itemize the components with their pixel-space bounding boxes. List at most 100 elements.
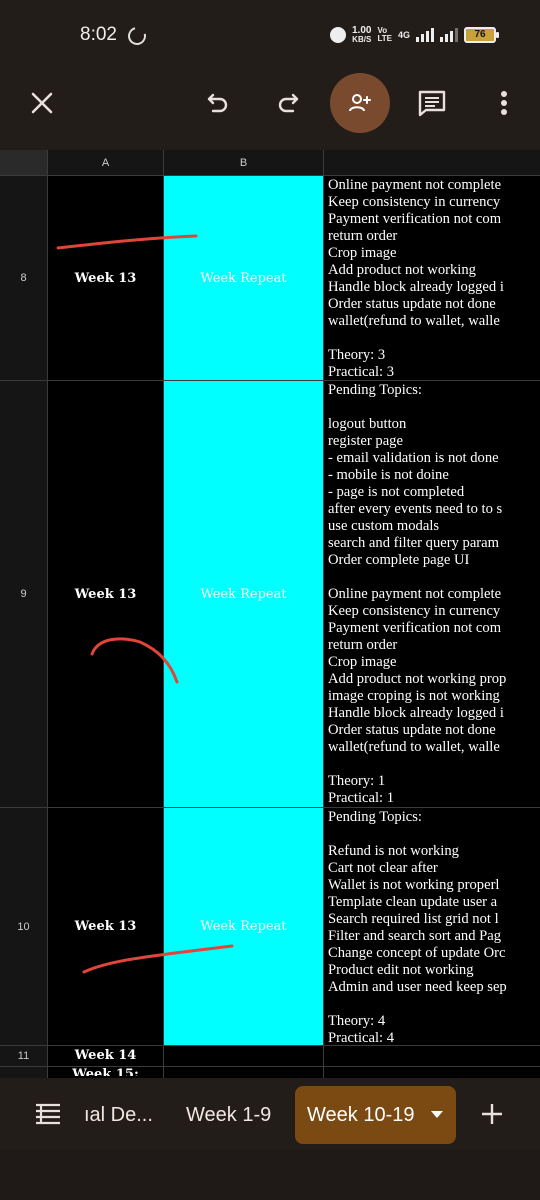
note-blank-line	[328, 569, 540, 586]
sheet-tab[interactable]: ıal De...	[84, 1086, 153, 1144]
chevron-down-icon[interactable]	[431, 1111, 443, 1118]
network-speed-unit: KB/S	[352, 35, 372, 44]
note-line: Add product not working prop	[328, 671, 507, 687]
status-cell[interactable]: Week Repeat	[164, 176, 324, 380]
status-cell[interactable]	[164, 1046, 324, 1066]
status-cell[interactable]: Week Repeat	[164, 381, 324, 807]
sheet-tab-active[interactable]: Week 10-19	[295, 1086, 456, 1144]
week-cell[interactable]: Week 14	[48, 1046, 164, 1066]
notes-cell[interactable]: Pending Topics: Refund is not working Ca…	[324, 808, 540, 1045]
column-header-c[interactable]	[324, 150, 540, 176]
redo-button[interactable]	[266, 72, 310, 134]
note-line: Change concept of update Orc	[328, 945, 506, 961]
note-line: Theory: 1	[328, 773, 386, 789]
notes-cell[interactable]: Pending Topics: logout button register p…	[324, 381, 540, 807]
system-nav-bar	[0, 1150, 540, 1200]
note-blank-line	[328, 826, 540, 843]
note-line: Product edit not working	[328, 962, 474, 978]
note-line: search and filter query param	[328, 535, 499, 551]
note-line: Cart not clear after	[328, 860, 438, 876]
undo-button[interactable]	[196, 72, 240, 134]
status-time: 8:02	[80, 24, 117, 45]
note-line: Refund is not working	[328, 843, 459, 859]
column-header-a[interactable]: A	[48, 150, 164, 176]
note-line: register page	[328, 433, 403, 449]
note-blank-line	[328, 996, 540, 1013]
status-cell[interactable]: Week Repeat	[164, 808, 324, 1045]
status-icons: 1.00 KB/S Vo LTE 4G 76	[330, 26, 499, 45]
note-line: Online payment not complete	[328, 586, 502, 602]
volte-bottom: LTE	[377, 34, 392, 43]
add-person-icon	[349, 94, 371, 112]
note-line: Pending Topics:	[328, 809, 422, 825]
table-row: 10 Week 13 Week Repeat Pending Topics: R…	[0, 808, 540, 1046]
note-line: Order status update not done	[328, 296, 496, 312]
note-line: Keep consistency in currency	[328, 194, 501, 210]
undo-icon	[207, 93, 228, 113]
note-line: return order	[328, 637, 398, 653]
network-type: 4G	[397, 30, 410, 40]
more-vert-icon	[501, 91, 507, 115]
week-cell[interactable]: Week 15:	[48, 1067, 164, 1078]
all-sheets-button[interactable]	[30, 1096, 66, 1132]
note-line: wallet(refund to wallet, walle	[328, 313, 500, 329]
sheets-toolbar	[0, 72, 540, 150]
week-cell[interactable]: Week 13	[48, 808, 164, 1045]
network-speed: 1.00 KB/S	[352, 26, 372, 45]
note-line: after every events need to to s	[328, 501, 503, 517]
note-blank-line	[328, 399, 540, 416]
note-line: Crop image	[328, 245, 397, 261]
note-line: Add product not working	[328, 262, 476, 278]
signal-icon	[416, 28, 434, 42]
note-line: Theory: 3	[328, 347, 386, 363]
note-line: Order status update not done	[328, 722, 496, 738]
battery-icon: 76	[464, 27, 499, 43]
note-line: Handle block already logged i	[328, 705, 504, 721]
row-number[interactable]: 11	[0, 1046, 48, 1066]
row-number[interactable]	[0, 1067, 48, 1078]
more-button[interactable]	[484, 72, 524, 134]
alarm-icon	[330, 27, 346, 43]
note-line: Pending Topics:	[328, 382, 422, 398]
note-blank-line	[328, 756, 540, 773]
note-line: Wallet is not working properl	[328, 877, 500, 893]
row-number[interactable]: 9	[0, 381, 48, 807]
notes-cell[interactable]: Online payment not complete Keep consist…	[324, 176, 540, 380]
share-button[interactable]	[330, 73, 390, 133]
note-line: Template clean update user a	[328, 894, 498, 910]
plus-icon	[482, 1104, 502, 1124]
close-button[interactable]	[20, 72, 64, 134]
close-icon	[31, 92, 53, 114]
note-line: image croping is not working	[328, 688, 500, 704]
table-row: 8 Week 13 Week Repeat Online payment not…	[0, 176, 540, 381]
status-cell[interactable]	[164, 1067, 324, 1078]
notes-cell[interactable]	[324, 1067, 540, 1078]
signal-2-icon	[440, 28, 458, 42]
note-line: Practical: 3	[328, 364, 395, 380]
note-line: - mobile is not doine	[328, 467, 449, 483]
redo-icon	[278, 93, 299, 113]
note-line: Theory: 4	[328, 1013, 386, 1029]
comment-button[interactable]	[410, 72, 454, 134]
sheet-tab[interactable]: Week 1-9	[186, 1086, 271, 1144]
notes-cell[interactable]	[324, 1046, 540, 1066]
sheet-tab-bar: ıal De... Week 1-9 Week 10-19	[0, 1078, 540, 1150]
note-line: Filter and search sort and Pag	[328, 928, 502, 944]
column-header-b[interactable]: B	[164, 150, 324, 176]
note-line: logout button	[328, 416, 407, 432]
note-line: Payment verification not com	[328, 620, 502, 636]
note-blank-line	[328, 330, 540, 347]
week-cell[interactable]: Week 13	[48, 176, 164, 380]
add-sheet-button[interactable]	[474, 1096, 510, 1132]
spreadsheet-grid[interactable]: A B 8 Week 13 Week Repeat Online payment…	[0, 150, 540, 1078]
note-line: Online payment not complete	[328, 177, 502, 193]
note-line: Order complete page UI	[328, 552, 470, 568]
week-cell[interactable]: Week 13	[48, 381, 164, 807]
select-all-corner[interactable]	[0, 150, 48, 176]
row-number[interactable]: 10	[0, 808, 48, 1045]
week-cell-text: Week 15:	[72, 1067, 139, 1076]
note-line: - page is not completed	[328, 484, 465, 500]
note-line: Crop image	[328, 654, 397, 670]
row-number[interactable]: 8	[0, 176, 48, 380]
status-bar: 8:02 1.00 KB/S Vo LTE 4G 76	[0, 0, 540, 72]
